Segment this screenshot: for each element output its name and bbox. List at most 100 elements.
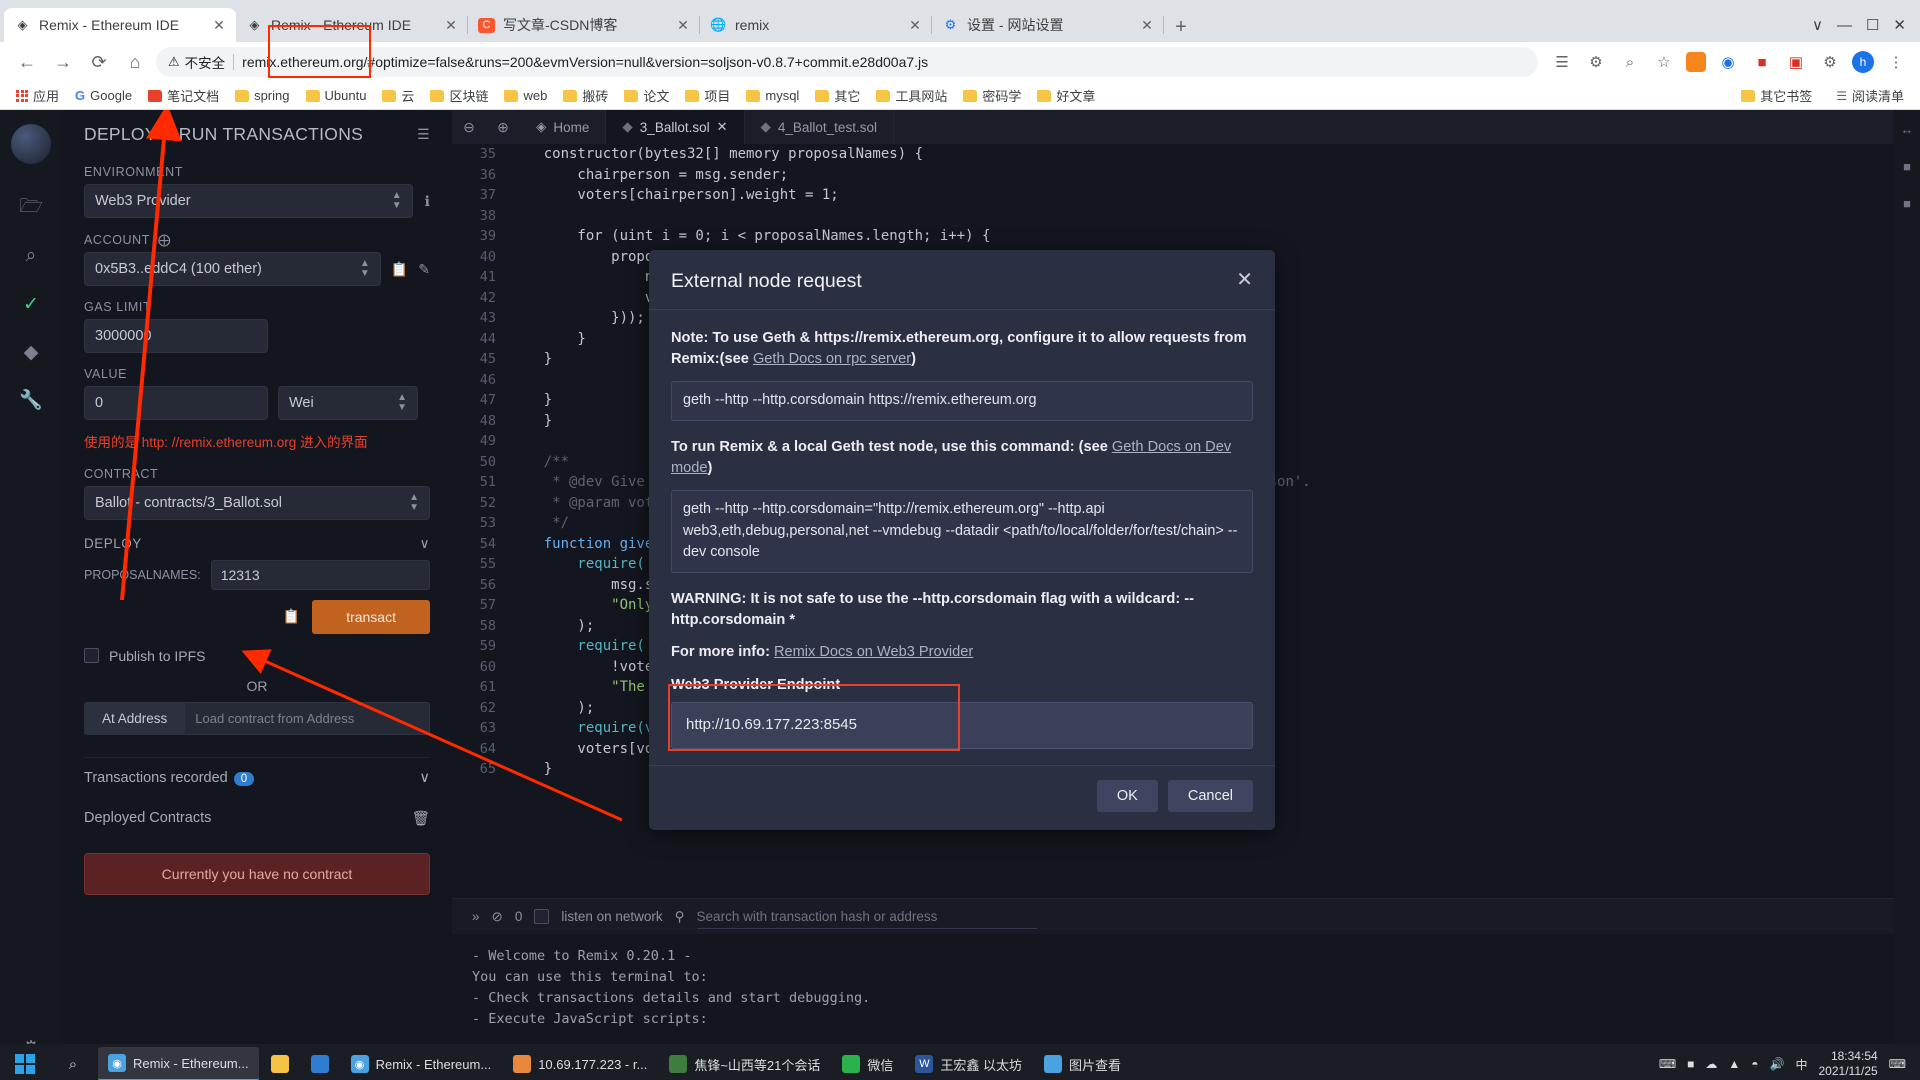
taskbar-item-file-explorer[interactable] [261, 1047, 299, 1080]
deploy-run-icon[interactable]: ◆ [17, 338, 45, 366]
bookmark-apps[interactable]: 应用 [10, 84, 65, 107]
security-status-chip[interactable]: ⚠ 不安全 [168, 52, 225, 72]
chevron-down-icon[interactable]: ∨ [419, 770, 430, 786]
bookmark-item-spring[interactable]: spring [229, 86, 295, 105]
bookmark-item-articles[interactable]: 好文章 [1031, 84, 1101, 107]
bookmark-item-crypto[interactable]: 密码学 [957, 84, 1027, 107]
zoom-in-icon[interactable]: ⊕ [486, 119, 520, 136]
lang-icon[interactable]: 中 [1795, 1056, 1807, 1073]
taskbar-item-terminal[interactable]: 10.69.177.223 - r... [503, 1047, 657, 1080]
menu-icon[interactable]: ⋮ [1884, 50, 1908, 74]
account-select[interactable]: 0x5B3..eddC4 (100 ether) ▲ ▼ [84, 252, 381, 286]
proposal-input[interactable]: 12313 [210, 559, 430, 590]
wifi-icon[interactable]: ◓ [1751, 1057, 1758, 1071]
volume-icon[interactable]: 🔊 [1770, 1057, 1785, 1071]
forward-icon[interactable]: → [48, 47, 78, 77]
bookmark-item-cloud[interactable]: 云 [376, 84, 420, 107]
close-icon[interactable]: ✕ [212, 17, 226, 34]
home-icon[interactable]: ⌂ [120, 47, 150, 77]
bookmark-item-other-bookmarks[interactable]: 其它书签 [1735, 84, 1818, 107]
reload-icon[interactable]: ⟳ [84, 47, 114, 77]
plugin-manager-icon[interactable]: 🔧 [17, 386, 45, 414]
minimize-button[interactable]: — [1837, 17, 1852, 34]
terminal-search-input[interactable]: Search with transaction hash or address [696, 905, 1037, 929]
browser-tab[interactable]: ◈ Remix - Ethereum IDE ✕ [236, 8, 468, 42]
editor-tab-home[interactable]: ◈ Home [520, 110, 607, 144]
back-icon[interactable]: ← [12, 47, 42, 77]
bookmark-item-other[interactable]: 其它 [809, 84, 866, 107]
network-tray-icon[interactable]: ■ [1687, 1057, 1694, 1071]
browser-tab[interactable]: C 写文章-CSDN博客 ✕ [468, 8, 700, 42]
gas-limit-input[interactable]: 3000000 [84, 319, 268, 353]
panel-icon[interactable]: ■ [1903, 196, 1911, 211]
expand-terminal-icon[interactable]: » [472, 909, 480, 924]
taskbar-item-word[interactable]: W 王宏鑫 以太坊 [905, 1047, 1032, 1080]
geth-command-2[interactable]: geth --http --http.corsdomain="http://re… [671, 490, 1253, 574]
new-tab-button[interactable]: + [1164, 12, 1198, 42]
at-address-input[interactable]: Load contract from Address [185, 701, 430, 735]
puzzle-icon[interactable]: ⚙ [1818, 50, 1842, 74]
metamask-icon[interactable] [1686, 52, 1706, 72]
cancel-button[interactable]: Cancel [1167, 779, 1253, 812]
close-icon[interactable]: ✕ [1236, 270, 1253, 290]
geth-command-1[interactable]: geth --http --http.corsdomain https://re… [671, 381, 1253, 421]
browser-tab[interactable]: 🌐 remix ✕ [700, 8, 932, 42]
taskbar-item-vscode[interactable] [301, 1047, 339, 1080]
at-address-button[interactable]: At Address [84, 701, 186, 735]
bookmark-item-banzhuan[interactable]: 搬砖 [557, 84, 614, 107]
transactions-recorded-section[interactable]: Transactions recorded 0 ∨ [84, 756, 430, 798]
bookmark-item-ubuntu[interactable]: Ubuntu [300, 86, 373, 105]
bookmark-item-reading-list[interactable]: ☰ 阅读清单 [1830, 84, 1910, 107]
close-icon[interactable]: ✕ [676, 17, 690, 34]
publish-ipfs-checkbox[interactable] [84, 648, 99, 664]
bookmark-star-icon[interactable]: ☆ [1652, 50, 1676, 74]
bookmark-item-google[interactable]: G Google [69, 86, 138, 105]
close-window-button[interactable]: ✕ [1893, 16, 1906, 34]
file-explorer-icon[interactable]: 🗁 [17, 194, 45, 222]
taskbar-clock[interactable]: 18:34:54 2021/11/25 [1819, 1049, 1878, 1079]
hamburger-icon[interactable]: ☰ [417, 126, 430, 143]
taskbar-item-xshell[interactable]: 焦锋~山西等21个会话 [659, 1047, 830, 1080]
editor-tab-ballot-test[interactable]: ◆ 4_Ballot_test.sol [745, 110, 894, 144]
edit-icon[interactable]: ✎ [418, 261, 430, 278]
chevron-down-icon[interactable]: ∨ [1812, 16, 1823, 34]
close-icon[interactable]: ✕ [444, 17, 458, 34]
copy-icon[interactable]: 📋 [391, 261, 408, 278]
listen-network-checkbox[interactable] [534, 909, 550, 924]
contract-select[interactable]: Ballot - contracts/3_Ballot.sol ▲ ▼ [84, 485, 430, 520]
value-unit-select[interactable]: Wei ▲ ▼ [278, 386, 418, 420]
bookmark-item-web[interactable]: web [498, 86, 553, 105]
compiler-icon[interactable]: ✓ [17, 290, 45, 318]
deployed-contracts-section[interactable]: Deployed Contracts 🗑 [84, 798, 430, 839]
remix-web3-docs-link[interactable]: Remix Docs on Web3 Provider [774, 644, 973, 660]
start-button[interactable] [2, 1044, 48, 1080]
bookmark-item-tools[interactable]: 工具网站 [870, 84, 953, 107]
extension-c-icon[interactable]: ◉ [1716, 50, 1740, 74]
taskbar-item-photo[interactable]: 图片查看 [1034, 1047, 1131, 1080]
search-icon[interactable]: ⚲ [675, 909, 685, 925]
profile-avatar[interactable]: h [1852, 51, 1874, 73]
info-icon[interactable]: ℹ [425, 193, 430, 210]
geth-rpc-docs-link[interactable]: Geth Docs on rpc server [753, 351, 911, 367]
clear-console-icon[interactable]: ⊘ [492, 909, 503, 925]
taskbar-item-wechat[interactable]: 微信 [832, 1047, 903, 1080]
editor-tab-ballot[interactable]: ◆ 3_Ballot.sol ✕ [606, 110, 745, 144]
taskbar-search-button[interactable]: ⌕ [50, 1044, 96, 1080]
plus-circle-icon[interactable]: ⨁ [158, 232, 171, 247]
endpoint-input[interactable]: http://10.69.177.223:8545 [671, 701, 1253, 749]
close-icon[interactable]: ✕ [717, 119, 728, 135]
extension-red2-icon[interactable]: ▣ [1784, 50, 1808, 74]
taskbar-item-chrome[interactable]: ◉ Remix - Ethereum... [98, 1047, 259, 1080]
browser-tab[interactable]: ⚙ 设置 - 网站设置 ✕ [932, 8, 1164, 42]
chevron-down-icon[interactable]: ∨ [420, 536, 430, 552]
ime-icon[interactable]: ⌨ [1659, 1057, 1676, 1071]
transact-button[interactable]: transact [312, 599, 430, 634]
environment-select[interactable]: Web3 Provider ▲ ▼ [84, 184, 413, 218]
onedrive-icon[interactable]: ☁ [1705, 1057, 1717, 1071]
bookmark-item-papers[interactable]: 论文 [618, 84, 675, 107]
close-icon[interactable]: ✕ [908, 17, 922, 34]
extensions-icon[interactable]: ⚙ [1584, 50, 1608, 74]
close-icon[interactable]: ✕ [1140, 17, 1154, 34]
bookmark-item-projects[interactable]: 项目 [679, 84, 736, 107]
bookmark-item-mysql[interactable]: mysql [740, 86, 805, 105]
